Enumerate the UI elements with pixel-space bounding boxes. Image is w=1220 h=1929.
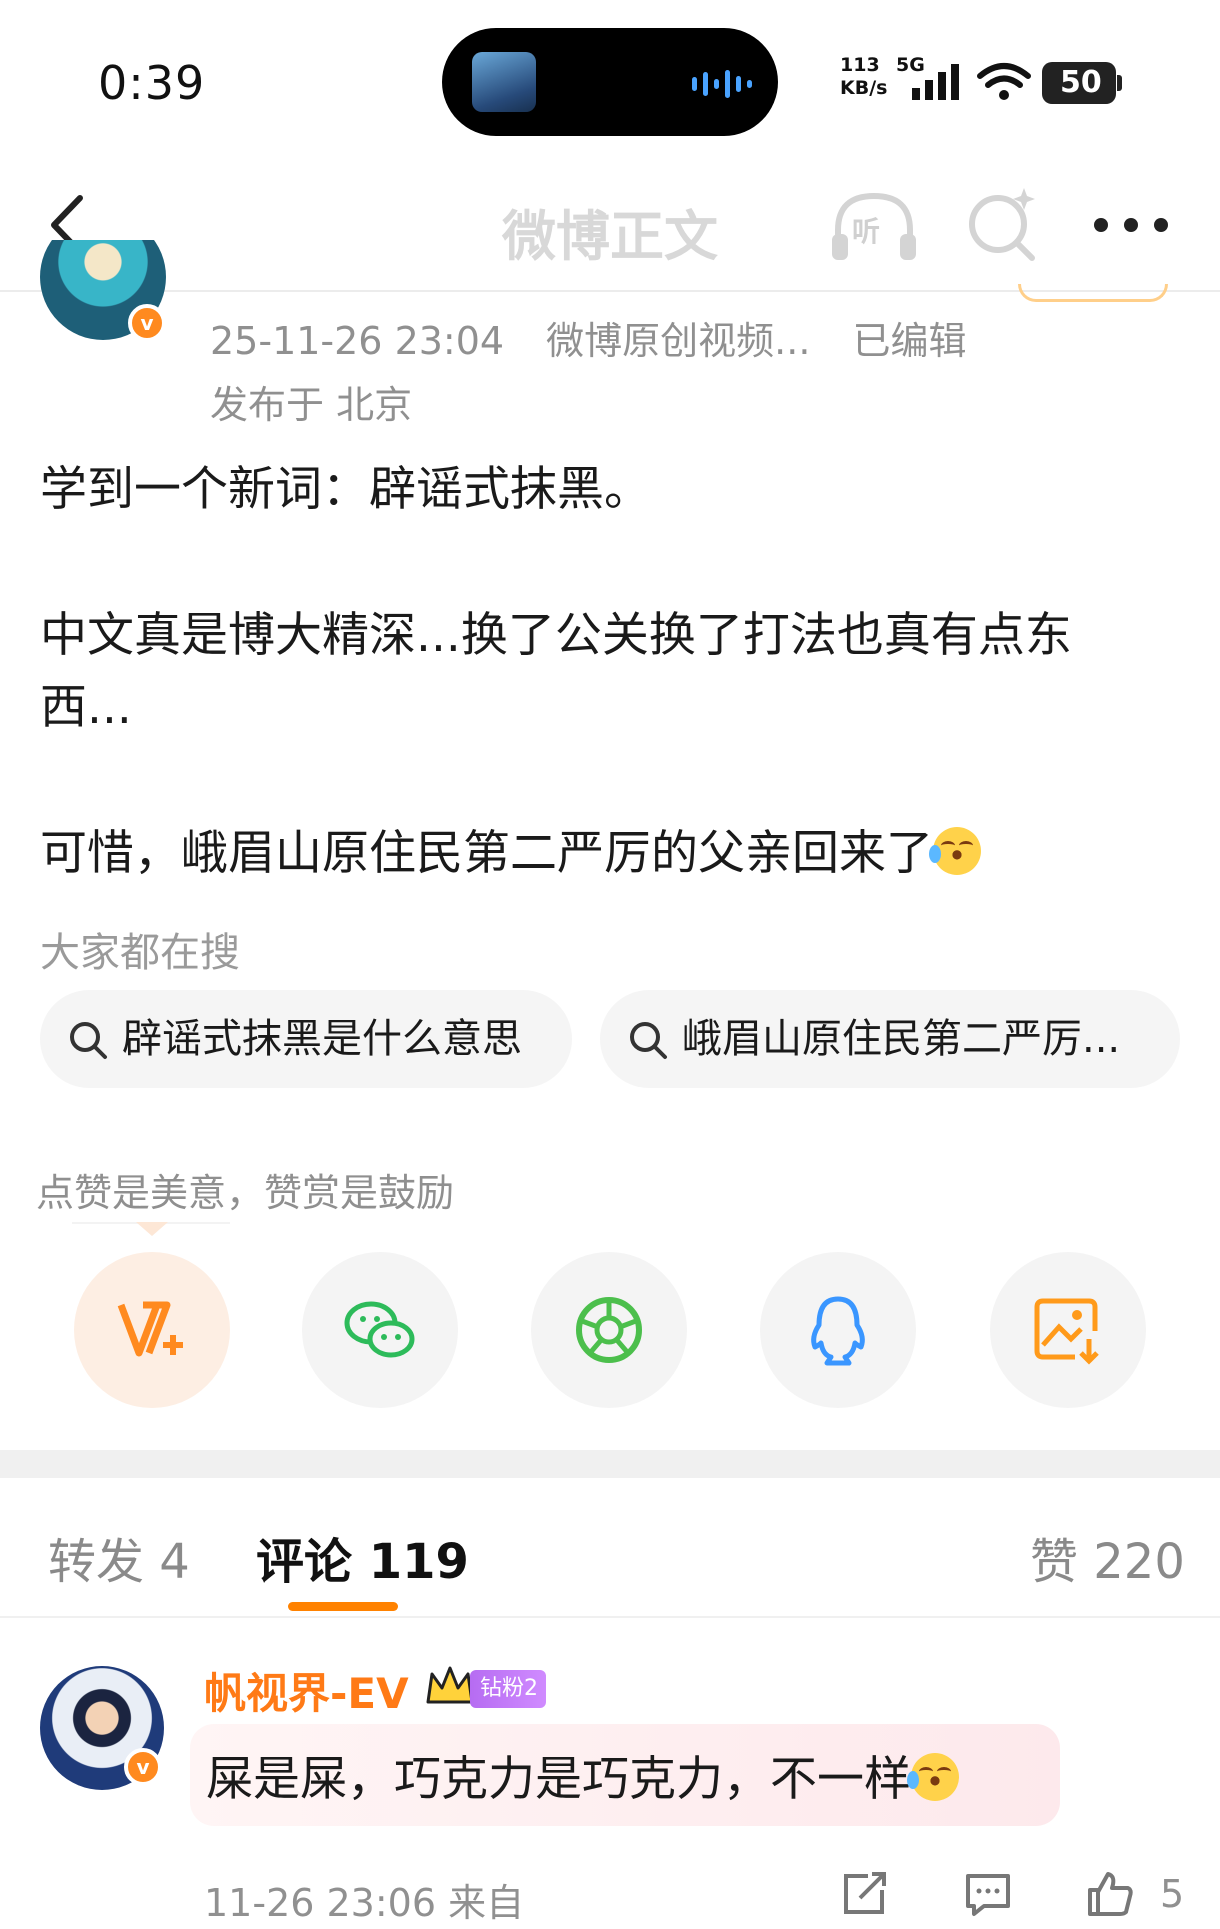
interaction-tabs: 转发 4 评论 119 赞 220 [0, 1478, 1220, 1618]
qq-icon [811, 1296, 865, 1366]
post-date: 25-11-26 23:04 [210, 319, 505, 363]
share-qq-button[interactable] [760, 1252, 916, 1408]
wechat-icon [344, 1301, 415, 1358]
audio-wave-icon [692, 70, 752, 98]
edited-label[interactable]: 已编辑 [853, 319, 967, 363]
fan-level-badge[interactable]: 钻粉2 [470, 1670, 546, 1708]
laugh-cry-emoji-icon [907, 1753, 959, 1801]
listen-label: 听 [852, 215, 881, 248]
comment-time: 11-26 23:06 来自 [204, 1881, 525, 1925]
follow-button[interactable] [1018, 284, 1168, 302]
laugh-cry-emoji-icon [929, 827, 981, 875]
reward-button[interactable] [74, 1252, 230, 1408]
post-line: 西... [40, 680, 132, 735]
commenter-name[interactable]: 帆视界-EV [204, 1660, 409, 1721]
post-source[interactable]: 微博原创视频... [546, 319, 810, 363]
search-icon [630, 1022, 667, 1059]
tab-comments[interactable]: 评论 119 [256, 1522, 469, 1592]
comment-text-content: 屎是屎，巧克力是巧克力，不一样 [206, 1752, 911, 1807]
post-location: 发布于 北京 [210, 383, 413, 427]
search-chip[interactable]: 辟谣式抹黑是什么意思 [40, 990, 572, 1088]
net-speed: 113 KB/s [840, 54, 888, 99]
more-icon[interactable] [1094, 216, 1170, 236]
search-chip-label: 辟谣式抹黑是什么意思 [122, 1016, 522, 1062]
post-line: 中文真是博大精深...换了公关换了打法也真有点东 [40, 608, 1072, 663]
dynamic-island[interactable] [442, 28, 778, 136]
section-divider [0, 1450, 1220, 1478]
post-line: 可惜，峨眉山原住民第二严厉的父亲回来了 [40, 818, 981, 890]
comment-like-count: 5 [1160, 1872, 1185, 1916]
moments-icon [576, 1297, 642, 1363]
media-thumbnail [472, 52, 536, 112]
verified-badge-icon: v [128, 304, 166, 342]
share-moments-button[interactable] [531, 1252, 687, 1408]
signal-icon [912, 64, 959, 100]
status-bar: 0:39 113 KB/s 5G 50 [0, 0, 1220, 160]
save-image-icon [1034, 1298, 1099, 1365]
reply-comment-icon[interactable] [962, 1868, 1014, 1920]
top-nav: 微博正文 听 [0, 160, 1220, 292]
post-line-text: 可惜，峨眉山原住民第二严厉的父亲回来了 [40, 826, 933, 881]
search-chip-label: 峨眉山原住民第二严厉... [682, 1016, 1121, 1062]
status-time: 0:39 [98, 56, 206, 110]
save-image-button[interactable] [990, 1252, 1146, 1408]
like-thumb-icon[interactable] [1084, 1868, 1136, 1920]
post-meta: 25-11-26 23:04 微博原创视频... 已编辑 [210, 310, 997, 365]
battery-indicator: 50 [1042, 62, 1122, 104]
v-plus-icon [117, 1301, 183, 1357]
reward-hint: 点赞是美意，赞赏是鼓励 [36, 1171, 455, 1215]
crown-icon [426, 1666, 474, 1704]
verified-badge-icon: v [124, 1748, 162, 1786]
post-line: 学到一个新词：辟谣式抹黑。 [40, 462, 651, 517]
search-chip[interactable]: 峨眉山原住民第二严厉... [600, 990, 1180, 1088]
tab-likes[interactable]: 赞 220 [1030, 1522, 1185, 1592]
search-icon [70, 1022, 107, 1059]
pointer-arrow [136, 1222, 168, 1236]
share-comment-icon[interactable] [838, 1868, 890, 1920]
active-tab-indicator [288, 1602, 398, 1611]
ai-search-icon[interactable] [966, 184, 1040, 262]
tab-repost[interactable]: 转发 4 [48, 1522, 190, 1592]
wifi-icon [977, 63, 1031, 100]
hot-search-title: 大家都在搜 [40, 930, 240, 976]
share-wechat-button[interactable] [302, 1252, 458, 1408]
comment-text: 屎是屎，巧克力是巧克力，不一样 [206, 1740, 959, 1809]
